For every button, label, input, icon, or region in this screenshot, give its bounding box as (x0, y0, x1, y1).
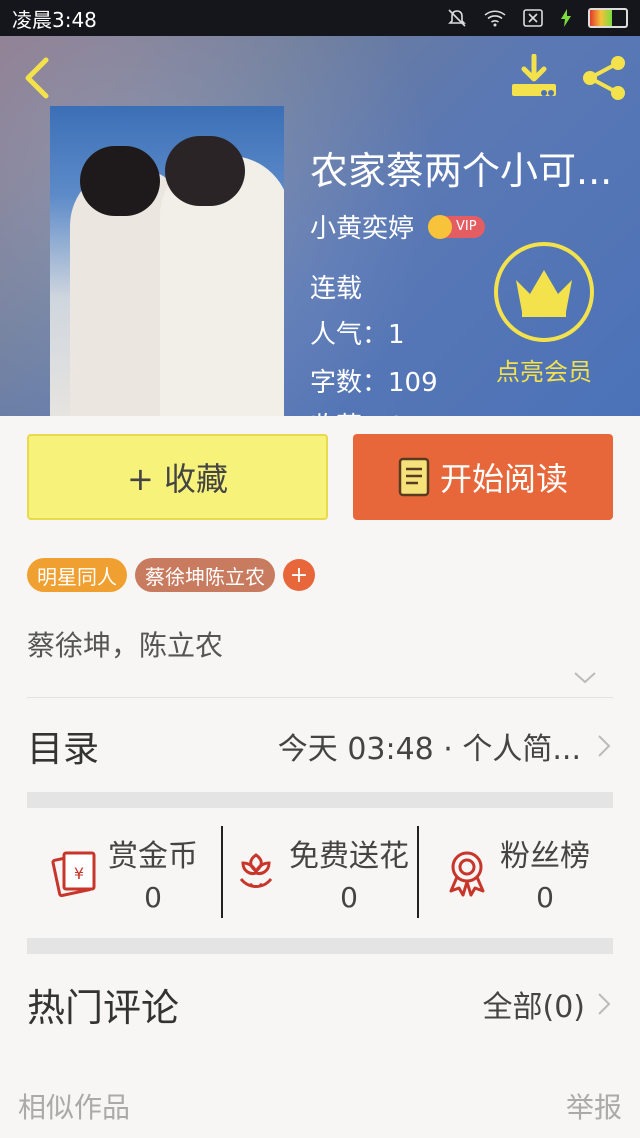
status-bar: 凌晨3:48 (0, 0, 640, 36)
battery-icon (588, 8, 628, 28)
add-tag-button[interactable]: + (283, 559, 315, 591)
reward-coins[interactable]: ¥ 赏金币 0 (27, 826, 221, 918)
book-icon (398, 457, 430, 497)
crown-icon (516, 270, 572, 317)
stat-label: 赏金币 (108, 838, 198, 874)
stats-row: ¥ 赏金币 0 免费送花 0 粉丝榜 0 (27, 826, 613, 918)
tag-item[interactable]: 明星同人 (27, 558, 127, 592)
similar-works-link[interactable]: 相似作品 (18, 1086, 130, 1138)
member-button[interactable]: 点亮会员 (486, 242, 602, 387)
popularity: 人气：1 (310, 320, 405, 350)
rosette-icon (449, 851, 485, 897)
footer-bar: 相似作品 举报 (0, 1086, 640, 1138)
flower-icon (239, 853, 273, 888)
collect-button[interactable]: + 收藏 (27, 434, 328, 520)
stat-value: 0 (536, 880, 554, 914)
all-comments-link[interactable]: 全部(0) (483, 982, 614, 1026)
word-count: 字数：109 (310, 368, 438, 398)
collect-count: 收藏：0 (310, 406, 405, 416)
status-time: 凌晨3:48 (12, 7, 97, 32)
vip-badge: VIP (428, 214, 485, 239)
chevron-right-icon (598, 993, 611, 1015)
member-label: 点亮会员 (496, 358, 592, 386)
latest-chapter: 今天 03:48 · 个人简... (277, 732, 581, 767)
hot-comments-header: 热门评论 全部(0) (27, 972, 613, 1036)
hot-comments-title: 热门评论 (27, 985, 180, 1030)
stat-label: 粉丝榜 (500, 838, 590, 874)
toc-label: 目录 (27, 729, 100, 770)
vip-label: VIP (456, 219, 477, 234)
stat-value: 0 (144, 880, 162, 914)
report-link[interactable]: 举报 (566, 1086, 622, 1138)
crown-icon (428, 214, 453, 239)
wifi-icon (484, 10, 506, 27)
tag-list: 明星同人 蔡徐坤陈立农 + (27, 558, 315, 592)
section-separator (27, 792, 613, 808)
chevron-down-icon[interactable] (572, 668, 598, 686)
charging-icon (561, 9, 571, 27)
start-reading-button[interactable]: 开始阅读 (353, 434, 613, 520)
download-icon[interactable] (508, 54, 560, 102)
divider (27, 697, 613, 698)
back-arrow-icon[interactable] (16, 52, 60, 104)
all-comments-label: 全部(0) (482, 990, 586, 1025)
book-cover[interactable] (50, 106, 284, 416)
no-sim-icon (523, 9, 543, 27)
serial-status: 连载 (310, 274, 363, 304)
start-reading-label: 开始阅读 (439, 460, 568, 498)
chevron-right-icon (598, 735, 611, 757)
section-separator (27, 938, 613, 954)
stat-label: 免费送花 (289, 838, 409, 874)
red-envelope-icon: ¥ (51, 851, 96, 897)
tag-item[interactable]: 蔡徐坤陈立农 (135, 558, 275, 592)
stat-value: 0 (340, 880, 358, 914)
share-icon[interactable] (578, 54, 630, 102)
book-description: 蔡徐坤，陈立农 (27, 629, 224, 662)
svg-text:¥: ¥ (74, 864, 84, 883)
mute-bell-icon (448, 9, 466, 27)
book-title: 农家蔡两个小可... (310, 149, 613, 193)
author-name[interactable]: 小黄奕婷 (310, 208, 414, 245)
fan-ranking[interactable]: 粉丝榜 0 (417, 826, 613, 918)
send-flowers[interactable]: 免费送花 0 (221, 826, 417, 918)
member-ring (494, 242, 594, 342)
author-row: 小黄奕婷 VIP (310, 208, 485, 245)
table-of-contents-row[interactable]: 目录 今天 03:48 · 个人简... (27, 715, 613, 777)
book-header: 农家蔡两个小可... 小黄奕婷 VIP 连载 人气：1 字数：109 收藏：0 … (0, 36, 640, 416)
